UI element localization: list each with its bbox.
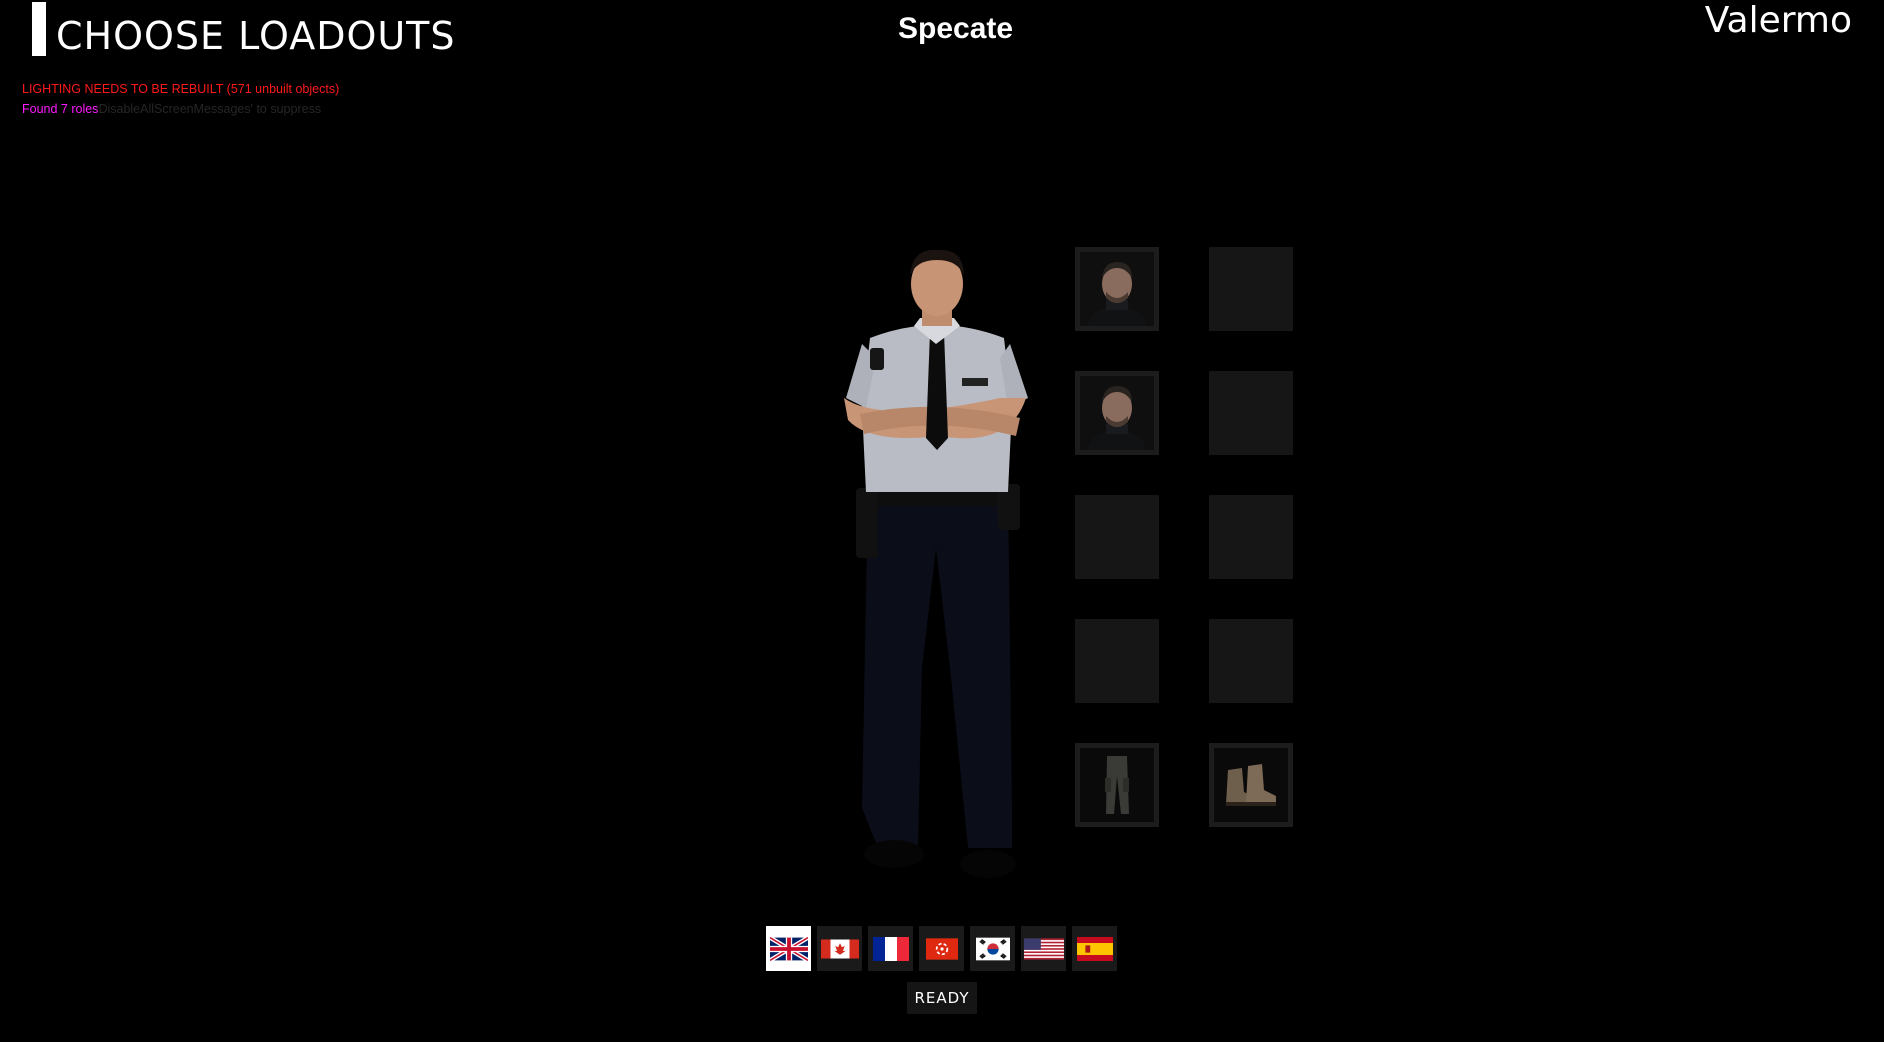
loadout-slot-empty[interactable]: [1209, 495, 1293, 579]
debug-suppress-text: DisableAllScreenMessages' to suppress: [98, 102, 322, 116]
debug-roles-message: Found 7 rolesDisableAllScreenMessages' t…: [22, 102, 321, 116]
loadout-slot-empty[interactable]: [1209, 619, 1293, 703]
police-officer-figure: [844, 249, 1028, 878]
faction-usa-button[interactable]: [1021, 926, 1066, 971]
faction-spain-button[interactable]: [1072, 926, 1117, 971]
center-player-name: Specate: [898, 12, 1014, 45]
title-accent-bar: [32, 2, 46, 56]
debug-roles-text: Found 7 roles: [22, 102, 99, 116]
loadout-screen: CHOOSE LOADOUTS Specate Valermo LIGHTING…: [0, 0, 1884, 1042]
pants-icon: [1080, 748, 1154, 822]
hong-kong-flag-icon: [925, 937, 958, 960]
loadout-slot-pants[interactable]: [1075, 743, 1159, 827]
loadout-slot-boots[interactable]: [1209, 743, 1293, 827]
usa-flag-icon: [1023, 937, 1064, 960]
uk-flag-icon: [769, 936, 808, 961]
soldier-portrait-icon: [1080, 252, 1154, 326]
loadout-slot-empty[interactable]: [1209, 247, 1293, 331]
ready-button[interactable]: READY: [907, 982, 977, 1014]
loadout-slot-head-1[interactable]: [1075, 247, 1159, 331]
canada-flag-icon: [820, 939, 859, 958]
loadout-slot-empty[interactable]: [1075, 619, 1159, 703]
spain-flag-icon: [1076, 936, 1113, 961]
faction-france-button[interactable]: [868, 926, 913, 971]
faction-selector: [766, 926, 1117, 971]
south-korea-flag-icon: [975, 937, 1010, 960]
boots-icon: [1214, 748, 1288, 822]
character-model[interactable]: [840, 248, 1040, 878]
loadout-slot-empty[interactable]: [1209, 371, 1293, 455]
france-flag-icon: [872, 936, 909, 961]
faction-canada-button[interactable]: [817, 926, 862, 971]
faction-south-korea-button[interactable]: [970, 926, 1015, 971]
player-name: Valermo: [1704, 0, 1852, 41]
page-title: CHOOSE LOADOUTS: [56, 14, 456, 58]
loadout-slot-empty[interactable]: [1075, 495, 1159, 579]
faction-uk-button[interactable]: [766, 926, 811, 971]
loadout-slot-head-2[interactable]: [1075, 371, 1159, 455]
faction-hong-kong-button[interactable]: [919, 926, 964, 971]
soldier-portrait-icon: [1080, 376, 1154, 450]
debug-lighting-message: LIGHTING NEEDS TO BE REBUILT (571 unbuil…: [22, 82, 340, 96]
